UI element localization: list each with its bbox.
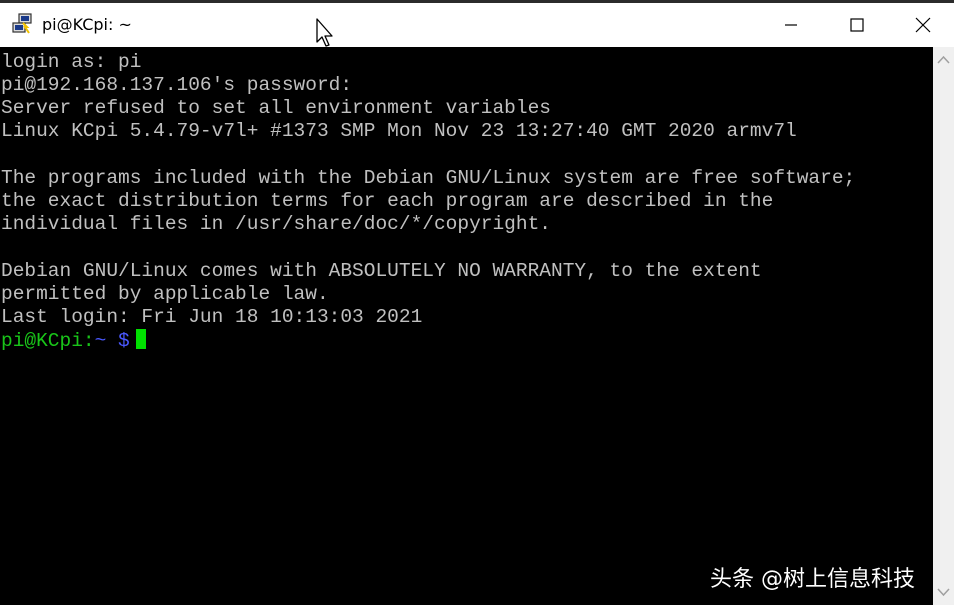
terminal-line: pi@192.168.137.106's password:	[1, 74, 353, 96]
terminal-line: Server refused to set all environment va…	[1, 97, 551, 119]
minimize-icon	[785, 24, 797, 26]
terminal-line: Linux KCpi 5.4.79-v7l+ #1373 SMP Mon Nov…	[1, 120, 797, 142]
terminal-line: permitted by applicable law.	[1, 283, 329, 305]
window-title: pi@KCpi: ~	[42, 15, 132, 34]
prompt-path: ~	[94, 330, 107, 352]
maximize-button[interactable]	[824, 3, 890, 47]
shell-prompt[interactable]: pi@KCpi:~ $	[1, 329, 146, 353]
putty-window: pi@KCpi: ~ login as: pi pi@192.168.137.1…	[0, 0, 954, 605]
maximize-icon	[850, 18, 864, 32]
terminal-screen[interactable]: login as: pi pi@192.168.137.106's passwo…	[0, 47, 933, 605]
title-bar[interactable]: pi@KCpi: ~	[0, 3, 954, 47]
terminal-line: individual files in /usr/share/doc/*/cop…	[1, 213, 551, 235]
watermark-text: 头条 @树上信息科技	[710, 567, 915, 592]
prompt-separator: :	[82, 330, 95, 352]
vertical-scrollbar[interactable]	[933, 47, 954, 605]
scroll-down-arrow-icon[interactable]	[933, 583, 954, 601]
prompt-user-host: pi@KCpi	[1, 330, 83, 352]
terminal-cursor	[135, 329, 146, 349]
terminal-line: the exact distribution terms for each pr…	[1, 190, 774, 212]
terminal-line: The programs included with the Debian GN…	[1, 167, 856, 189]
close-button[interactable]	[890, 3, 954, 47]
putty-icon[interactable]	[10, 12, 34, 36]
mouse-pointer-icon	[316, 18, 333, 47]
close-icon	[915, 17, 931, 33]
terminal-line: Debian GNU/Linux comes with ABSOLUTELY N…	[1, 260, 762, 282]
terminal-line: login as: pi	[1, 51, 142, 73]
prompt-symbol: $	[118, 330, 130, 352]
scroll-up-arrow-icon[interactable]	[933, 51, 954, 69]
terminal-line: Last login: Fri Jun 18 10:13:03 2021	[1, 306, 423, 328]
minimize-button[interactable]	[758, 3, 824, 47]
